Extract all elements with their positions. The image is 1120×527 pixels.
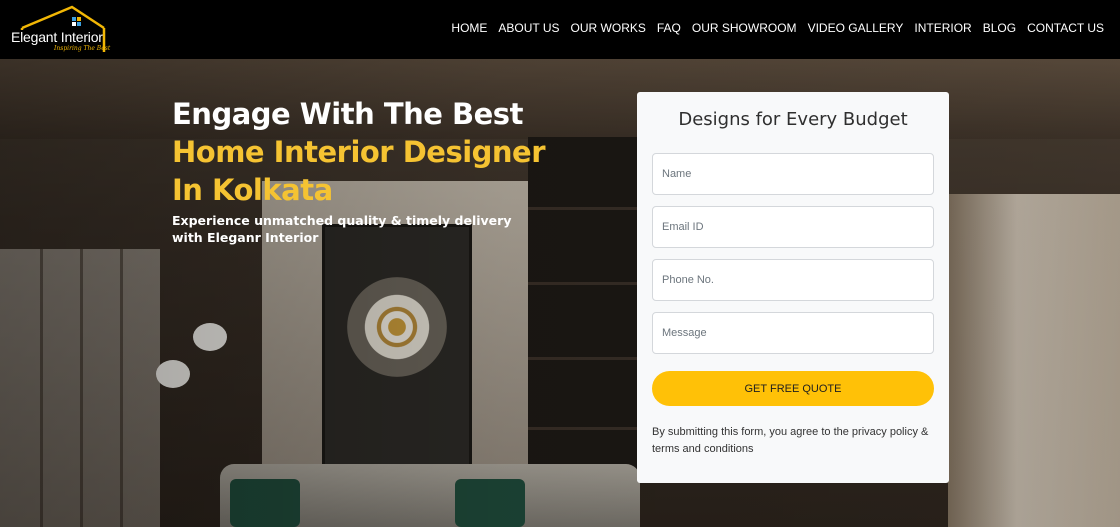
brand-tagline: Inspiring The Best xyxy=(54,45,111,52)
name-input[interactable] xyxy=(652,153,934,195)
nav-item-blog[interactable]: BLOG xyxy=(983,21,1016,35)
main-nav: HOME ABOUT US OUR WORKS FAQ OUR SHOWROOM… xyxy=(451,21,1104,35)
nav-item-faq[interactable]: FAQ xyxy=(657,21,681,35)
hero-subtitle: Experience unmatched quality & timely de… xyxy=(172,213,512,245)
form-disclaimer: By submitting this form, you agree to th… xyxy=(652,426,929,455)
brand-name: Elegant Interior xyxy=(11,29,103,45)
nav-item-about-us[interactable]: ABOUT US xyxy=(498,21,559,35)
form-title: Designs for Every Budget xyxy=(678,109,908,130)
site-header: Elegant Interior Inspiring The Best HOME… xyxy=(0,0,1120,59)
nav-item-contact-us[interactable]: CONTACT US xyxy=(1027,21,1104,35)
email-input[interactable] xyxy=(652,206,934,248)
nav-item-home[interactable]: HOME xyxy=(451,21,487,35)
nav-item-video-gallery[interactable]: VIDEO GALLERY xyxy=(808,21,904,35)
hero-background-image xyxy=(0,59,1120,527)
hero-headline-line2: Home Interior Designer xyxy=(172,135,546,169)
hero-headline-line1: Engage With The Best xyxy=(172,97,523,131)
hero-headline-line3: In Kolkata xyxy=(172,173,333,207)
nav-item-our-showroom[interactable]: OUR SHOWROOM xyxy=(692,21,797,35)
brand-logo[interactable]: Elegant Interior Inspiring The Best xyxy=(8,4,112,54)
nav-item-interior[interactable]: INTERIOR xyxy=(914,21,971,35)
hero-headline: Engage With The Best Home Interior Desig… xyxy=(172,95,546,209)
nav-item-our-works[interactable]: OUR WORKS xyxy=(571,21,646,35)
get-free-quote-button[interactable]: GET FREE QUOTE xyxy=(652,371,934,406)
phone-input[interactable] xyxy=(652,259,934,301)
message-input[interactable] xyxy=(652,312,934,354)
quote-form-card: Designs for Every Budget GET FREE QUOTE … xyxy=(637,92,949,483)
